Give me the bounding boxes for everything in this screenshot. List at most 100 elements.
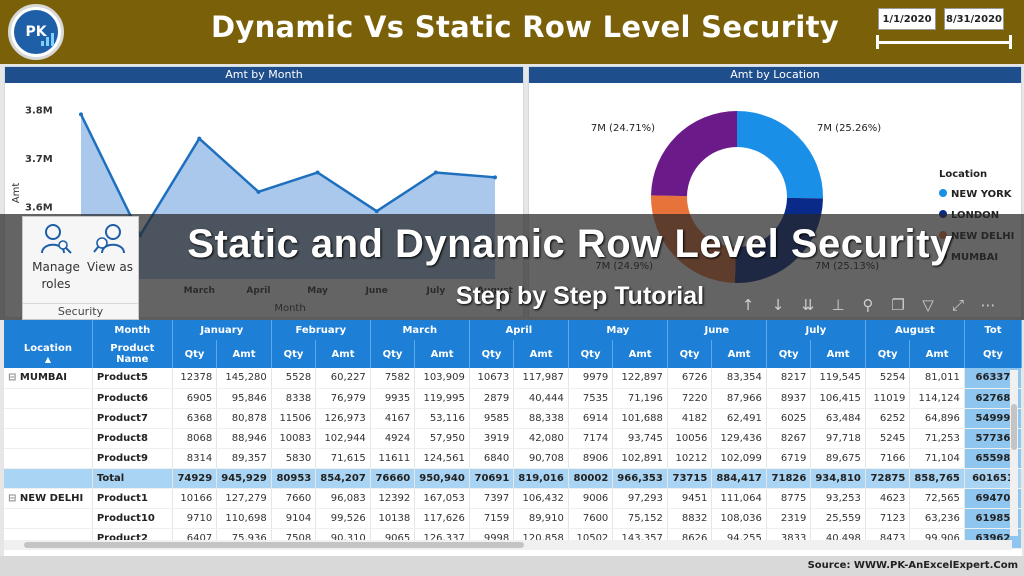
amt-cell: 81,011 (909, 368, 965, 389)
more-options-icon[interactable]: ⋯ (978, 296, 998, 314)
qty-cell: 8267 (766, 428, 812, 449)
qty-cell: 7159 (469, 508, 515, 529)
subtotal-row[interactable]: Total 74929 945,929 80953 854,207 76660 950,94… (4, 468, 1022, 489)
location-column-header[interactable]: Location ▲ (4, 340, 93, 368)
qty-column-header[interactable]: Qty (271, 340, 317, 368)
product-cell: Product7 (92, 408, 173, 429)
month-header[interactable]: Tot (964, 320, 1022, 340)
data-point[interactable] (256, 189, 261, 194)
date-end-input[interactable]: 8/31/2020 (944, 8, 1004, 30)
table-row[interactable]: Product6 6905 95,846 8338 76,979 9935 119,995 2… (4, 388, 1022, 409)
amt-cell: 90,708 (513, 448, 569, 469)
horizontal-scrollbar[interactable] (4, 540, 1012, 550)
amt-cell: 119,995 (414, 388, 470, 409)
table-row[interactable]: Product8 8068 88,946 10083 102,944 4924 57,950… (4, 428, 1022, 449)
qty-column-header[interactable]: Qty (172, 340, 218, 368)
vertical-scrollbar[interactable] (1010, 370, 1018, 536)
donut-slice-new-york[interactable] (737, 111, 823, 199)
location-cell[interactable]: ⊟ MUMBAI (4, 368, 93, 389)
data-point[interactable] (315, 170, 320, 175)
amt-column-header[interactable]: Amt (612, 340, 668, 368)
sales-matrix[interactable]: Month January February March April May J… (4, 320, 1022, 556)
month-header[interactable]: February (271, 320, 371, 340)
banner-title: Static and Dynamic Row Level Security (187, 222, 953, 266)
location-cell (4, 508, 93, 529)
qty-cell: 8937 (766, 388, 812, 409)
month-header[interactable]: July (766, 320, 866, 340)
table-row[interactable]: ⊟ NEW DELHI Product1 10166 127,279 7660 96,08… (4, 488, 1022, 509)
focus-mode-icon[interactable]: ⤢ (948, 296, 968, 314)
amt-cell: 72,565 (909, 488, 965, 509)
location-cell (4, 448, 93, 469)
collapse-icon[interactable]: ⊟ (8, 372, 20, 383)
month-header[interactable]: January (172, 320, 272, 340)
y-tick-label: 3.6M (25, 202, 53, 213)
month-header[interactable]: March (370, 320, 470, 340)
amt-column-header[interactable]: Amt (909, 340, 965, 368)
qty-cell: 7166 (865, 448, 911, 469)
slider-end-handle[interactable] (1009, 35, 1012, 49)
table-row[interactable]: ⊟ MUMBAI Product5 12378 145,280 5528 60,227 75… (4, 368, 1022, 389)
legend-item[interactable]: NEW YORK (951, 189, 1013, 200)
amt-cell: 57,950 (414, 428, 470, 449)
month-header[interactable]: May (568, 320, 668, 340)
copy-icon[interactable]: ❐ (888, 296, 908, 314)
data-point[interactable] (433, 170, 438, 175)
manage-roles-button[interactable]: Manage roles (27, 221, 85, 293)
month-header[interactable]: June (667, 320, 767, 340)
amt-cell: 75,152 (612, 508, 668, 529)
amt-column-header[interactable]: Amt (711, 340, 767, 368)
data-point[interactable] (493, 175, 497, 180)
amt-column-header[interactable]: Amt (315, 340, 371, 368)
amt-cell: 934,810 (810, 468, 866, 489)
qty-cell: 3919 (469, 428, 515, 449)
scrollbar-thumb[interactable] (1011, 404, 1017, 450)
banner-subtitle: Step by Step Tutorial (455, 282, 705, 310)
product-column-header[interactable]: Product Name (92, 340, 173, 368)
qty-cell: 6905 (172, 388, 218, 409)
month-header[interactable]: April (469, 320, 569, 340)
total-qty-column-header[interactable]: Qty (964, 340, 1022, 368)
data-point[interactable] (79, 112, 83, 117)
amt-column-header[interactable]: Amt (810, 340, 866, 368)
table-row[interactable]: Product10 9710 110,698 9104 99,526 10138 117,6… (4, 508, 1022, 529)
filter-icon[interactable]: ▽ (918, 296, 938, 314)
view-as-button[interactable]: View as (81, 221, 139, 276)
pin-icon[interactable]: ⚲ (858, 296, 878, 314)
table-row[interactable]: Product7 6368 80,878 11506 126,973 4167 53,116… (4, 408, 1022, 429)
amt-cell: 101,688 (612, 408, 668, 429)
amt-column-header[interactable]: Amt (216, 340, 272, 368)
amt-column-header[interactable]: Amt (414, 340, 470, 368)
table-row[interactable]: Product9 8314 89,357 5830 71,615 11611 124,561… (4, 448, 1022, 469)
amt-cell: 64,896 (909, 408, 965, 429)
qty-column-header[interactable]: Qty (667, 340, 713, 368)
amt-column-header[interactable]: Amt (513, 340, 569, 368)
amt-cell: 89,675 (810, 448, 866, 469)
amt-cell: 884,417 (711, 468, 767, 489)
sort-ascending-icon[interactable]: ▲ (45, 355, 51, 364)
amt-cell: 106,432 (513, 488, 569, 509)
collapse-icon[interactable]: ⊟ (8, 493, 20, 504)
qty-column-header[interactable]: Qty (469, 340, 515, 368)
drill-down-icon[interactable]: ↓ (768, 296, 788, 314)
qty-column-header[interactable]: Qty (766, 340, 812, 368)
scrollbar-thumb[interactable] (24, 542, 524, 548)
location-cell[interactable]: ⊟ NEW DELHI (4, 488, 93, 509)
qty-cell: 10056 (667, 428, 713, 449)
qty-cell: 71826 (766, 468, 812, 489)
data-point[interactable] (197, 136, 202, 141)
date-start-input[interactable]: 1/1/2020 (878, 8, 936, 30)
qty-column-header[interactable]: Qty (370, 340, 416, 368)
qty-column-header[interactable]: Qty (865, 340, 911, 368)
qty-cell: 6252 (865, 408, 911, 429)
expand-level-icon[interactable]: ⊥ (828, 296, 848, 314)
qty-column-header[interactable]: Qty (568, 340, 614, 368)
expand-all-icon[interactable]: ⇊ (798, 296, 818, 314)
date-range-slider[interactable] (878, 41, 1010, 44)
slider-start-handle[interactable] (876, 35, 879, 49)
month-header[interactable]: August (865, 320, 965, 340)
drill-up-icon[interactable]: ↑ (738, 296, 758, 314)
data-point[interactable] (374, 209, 379, 214)
amt-cell: 95,846 (216, 388, 272, 409)
donut-slice-mumbai[interactable] (651, 111, 737, 197)
